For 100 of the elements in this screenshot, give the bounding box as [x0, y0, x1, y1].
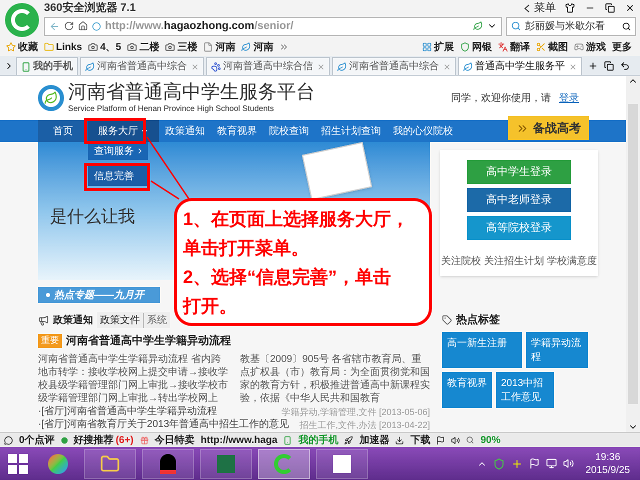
toolbar-item[interactable]: 翻译	[510, 40, 530, 54]
browser-logo-icon[interactable]	[5, 3, 39, 37]
site-icon	[92, 22, 101, 30]
skin-icon[interactable]	[565, 3, 575, 13]
news-link[interactable]: ·[省厅]河南省普通高中学生学籍异动流程	[38, 406, 217, 418]
search-field[interactable]: 彭丽媛与米歇尔看	[506, 16, 636, 36]
page-icon[interactable]	[203, 42, 214, 52]
news-summary: 河南省普通高中学生学籍异动流程 省内跨地市转学：接收学校网上提交申请→接收学校县级学籍管理部门网上审批→接收学校市级学籍管理部门网上审批→转出学校网上	[38, 353, 228, 405]
bookmark-item[interactable]: 河南	[215, 40, 236, 54]
download-item[interactable]: 下载	[410, 433, 430, 447]
important-badge: 重要	[38, 334, 62, 348]
toolbar-item[interactable]: 游戏	[586, 40, 606, 54]
volume-icon[interactable]	[451, 436, 460, 444]
hot-tag[interactable]: 2013中招工作意见	[496, 372, 554, 408]
login-link[interactable]: 登录	[559, 90, 579, 106]
gift-icon[interactable]	[140, 436, 149, 444]
review-count[interactable]: 0个点评	[19, 433, 55, 447]
nav-item[interactable]: 招生计划查询	[315, 120, 387, 142]
instruction-text: 1、在页面上选择服务大厅， 单击打开菜单。 2、选择“信息完善”，单击 打开。	[183, 208, 410, 318]
new-tab-icon[interactable]	[588, 61, 598, 71]
taskbar-button[interactable]	[84, 448, 136, 478]
more-icon[interactable]	[279, 42, 290, 52]
site-logo-icon[interactable]	[38, 85, 64, 111]
comment-icon[interactable]	[4, 436, 13, 444]
tab-list-icon[interactable]	[604, 61, 614, 71]
taskbar-button[interactable]	[142, 448, 194, 478]
clock-time[interactable]: 19:36	[595, 450, 620, 464]
volume-icon[interactable]	[562, 458, 574, 469]
policy-tab[interactable]: 系统	[144, 312, 170, 328]
leaf-icon[interactable]	[473, 21, 483, 31]
hot-tag[interactable]: 学籍异动流程	[526, 332, 588, 368]
search-icon[interactable]	[622, 22, 631, 30]
paw-icon	[211, 62, 221, 72]
download-icon[interactable]	[395, 436, 404, 444]
bookmark-item[interactable]: 二楼	[139, 40, 160, 54]
bookmark-item[interactable]: 三楼	[177, 40, 198, 54]
news-tags: 招生工作,文件,办法 [2013-04-22]	[299, 419, 430, 431]
taskbar-button[interactable]	[316, 448, 368, 478]
scrollbar[interactable]	[626, 76, 640, 432]
translate-icon[interactable]	[498, 42, 508, 52]
undo-icon[interactable]	[620, 61, 630, 71]
news-tags: 学籍异动,学籍管理,文件 [2013-05-06]	[281, 406, 430, 418]
nav-item[interactable]: 院校查询	[263, 120, 315, 142]
home-icon[interactable]	[78, 21, 88, 31]
reload-icon[interactable]	[64, 21, 74, 31]
bookmark-item[interactable]: 河南	[253, 40, 274, 54]
browser-tab[interactable]: 河南普通高中综合信	[206, 57, 330, 75]
toolbar-item[interactable]: 扩展	[434, 40, 454, 54]
close-icon[interactable]	[625, 3, 635, 13]
camera-icon[interactable]	[88, 42, 98, 52]
toolbar-item[interactable]: 网银	[472, 40, 492, 54]
daily-deals-item[interactable]: 今日特卖	[154, 433, 195, 447]
star-icon[interactable]	[6, 42, 16, 52]
browser-tab[interactable]: 普通高中学生服务平	[458, 57, 582, 75]
url-text[interactable]: http://www.hagaozhong.com/senior/	[105, 18, 469, 34]
browser-tab[interactable]: 河南省普通高中综合	[80, 57, 204, 75]
toolbar-item[interactable]: 截图	[548, 40, 568, 54]
camera-icon[interactable]	[165, 42, 176, 52]
bookmark-item[interactable]: 4、5	[100, 40, 122, 54]
recommend-item[interactable]: 好搜推荐	[74, 433, 114, 447]
nav-item[interactable]: 首页	[38, 120, 88, 142]
nav-item[interactable]: 政策通知	[159, 120, 211, 142]
restore-icon[interactable]	[605, 3, 615, 13]
flag-icon[interactable]	[436, 436, 446, 444]
windows-start-icon[interactable]	[8, 454, 28, 474]
grid-icon[interactable]	[422, 42, 432, 52]
follow-link[interactable]: 学校满意度	[547, 254, 597, 269]
zoom-icon[interactable]	[466, 436, 474, 444]
toolbar-item[interactable]: 更多	[612, 40, 632, 54]
camera-icon[interactable]	[127, 42, 138, 52]
nav-item[interactable]: 教育视界	[211, 120, 263, 142]
rocket-icon[interactable]	[344, 436, 354, 444]
leaf-icon[interactable]	[241, 42, 252, 52]
hot-tag[interactable]: 高一新生注册	[442, 332, 522, 368]
exam-prep-button[interactable]: 备战高考	[508, 116, 589, 140]
policy-tab[interactable]: 政策文件	[97, 312, 144, 328]
back-chevron-icon[interactable]	[524, 4, 530, 12]
dropdown-menu-item[interactable]: 信息完善	[88, 166, 148, 186]
news-link[interactable]: ·[省厅]河南省教育厅关于2013年普通高中招生工作的意见	[38, 419, 290, 431]
browser-tab[interactable]: 河南省普通高中综合	[332, 57, 456, 75]
bookmark-item[interactable]: Links	[56, 40, 82, 54]
accelerator-item[interactable]: 加速器	[359, 433, 390, 447]
browser-tab[interactable]: 我的手机	[16, 57, 78, 75]
clock-date[interactable]: 2015/9/25	[586, 464, 630, 476]
hot-tag[interactable]: 教育视界	[442, 372, 492, 408]
menu-button[interactable]: 菜单	[530, 0, 560, 16]
bookmark-item[interactable]: 收藏	[18, 40, 38, 54]
gamepad-icon[interactable]	[574, 42, 584, 52]
shield-icon[interactable]	[460, 42, 470, 52]
follow-link[interactable]: 关注院校	[441, 254, 481, 269]
phone-icon[interactable]	[283, 436, 292, 444]
news-headline[interactable]: 河南省普通高中学生学籍异动流程	[66, 332, 231, 350]
follow-link[interactable]: 关注招生计划	[484, 254, 544, 269]
address-bar[interactable]: http://www.hagaozhong.com/senior/	[44, 16, 502, 36]
colorful-app-icon[interactable]	[48, 454, 68, 474]
network-icon[interactable]	[546, 458, 556, 469]
login-button[interactable]: 高中老师登录	[467, 188, 571, 212]
plus-icon[interactable]	[510, 458, 522, 470]
shield-icon[interactable]	[492, 458, 504, 470]
nav-item[interactable]: 我的心仪院校	[387, 120, 459, 142]
